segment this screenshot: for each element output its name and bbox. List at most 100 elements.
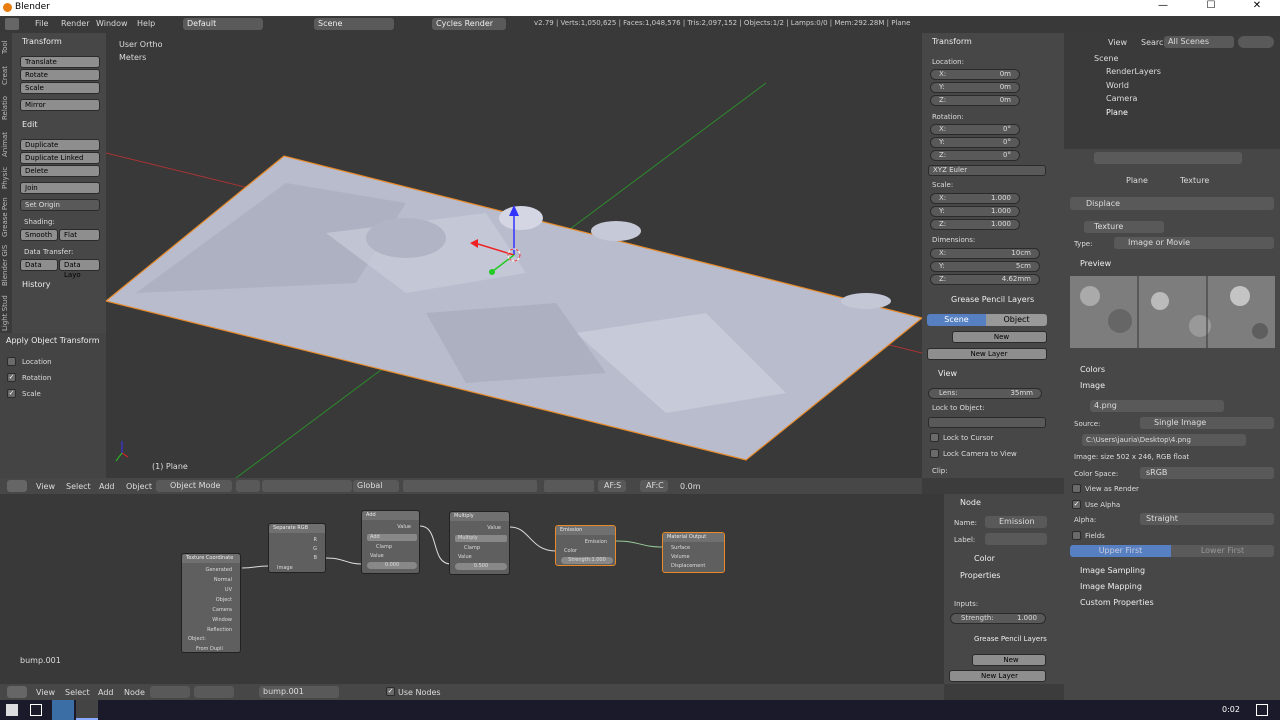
menu-help[interactable]: Help (137, 19, 155, 28)
image-header[interactable]: Image (1080, 381, 1105, 390)
set-origin-dropdown[interactable]: Set Origin (20, 199, 100, 211)
color-header[interactable]: Color (974, 554, 995, 563)
lens-field[interactable]: Lens: 35mm (928, 388, 1042, 399)
node-gp-header[interactable]: Grease Pencil Layers (974, 635, 1047, 643)
tab-grease-pencil[interactable]: Grease Pen (1, 197, 11, 237)
apply-transform-header[interactable]: Apply Object Transform (6, 336, 100, 345)
af-c-button[interactable]: AF:C (640, 480, 668, 492)
tab-relations[interactable]: Relatio (1, 93, 11, 123)
location-z-field[interactable]: Z: 0m (930, 95, 1020, 106)
scale-y-field[interactable]: Y: 1.000 (930, 206, 1020, 217)
smooth-button[interactable]: Smooth (20, 229, 58, 241)
orientation-dropdown[interactable]: Global (353, 480, 399, 492)
preview-header[interactable]: Preview (1080, 259, 1111, 268)
node-add-menu[interactable]: Add (98, 688, 114, 697)
node-header[interactable]: Node (960, 498, 981, 507)
lock-camera-checkbox[interactable] (930, 449, 939, 458)
blender-app-icon[interactable] (76, 700, 98, 720)
mode-dropdown[interactable]: Object Mode (156, 480, 232, 492)
node-tree-type-buttons[interactable] (150, 686, 190, 698)
task-view-icon[interactable] (30, 704, 42, 716)
data-button[interactable]: Data (20, 259, 58, 271)
layer-buttons[interactable] (403, 480, 537, 492)
node-editor[interactable]: Texture Coordinate Generated Normal UV O… (0, 494, 944, 684)
node-name-field[interactable]: Emission (985, 516, 1047, 528)
tab-physics[interactable]: Physic (1, 163, 11, 193)
value-field[interactable]: 0.500 (455, 563, 507, 570)
3d-viewport[interactable]: User Ortho Meters (1) Plane (106, 33, 922, 478)
panel-history-header[interactable]: History (22, 280, 50, 289)
tab-tool[interactable]: Tool (1, 37, 11, 57)
source-dropdown[interactable]: Single Image (1140, 417, 1274, 429)
node-texture-coordinate[interactable]: Texture Coordinate Generated Normal UV O… (181, 553, 241, 653)
menu-window[interactable]: Window (96, 19, 128, 28)
view-header[interactable]: View (938, 369, 957, 378)
node-gp-new-layer-button[interactable]: New Layer (949, 670, 1046, 682)
telegram-app-icon[interactable] (52, 700, 74, 720)
rotate-button[interactable]: Rotate (20, 69, 100, 81)
use-alpha-checkbox[interactable]: ✓ (1072, 500, 1081, 509)
value-field[interactable]: 0.000 (367, 562, 417, 569)
close-button[interactable]: ✕ (1234, 0, 1280, 16)
view-as-render-checkbox[interactable] (1072, 484, 1081, 493)
lock-cursor-checkbox[interactable] (930, 433, 939, 442)
outliner-item-renderlayers[interactable]: RenderLayers (1106, 67, 1161, 76)
notifications-icon[interactable] (1256, 704, 1268, 716)
tab-light-studio[interactable]: Light Stud (1, 293, 11, 333)
outliner-view-menu[interactable]: View (1108, 38, 1127, 47)
shader-type-buttons[interactable] (194, 686, 234, 698)
scale-z-field[interactable]: Z: 1.000 (930, 219, 1020, 230)
lock-object-field[interactable] (928, 417, 1046, 428)
gp-object-tab[interactable]: Object (986, 314, 1047, 326)
dimension-z-field[interactable]: Z: 4.62mm (930, 274, 1040, 285)
gp-new-button[interactable]: New (952, 331, 1047, 343)
delete-button[interactable]: Delete (20, 165, 100, 177)
scale-button[interactable]: Scale (20, 82, 100, 94)
breadcrumb-texture[interactable]: Texture (1180, 176, 1209, 185)
strength-field[interactable]: Strength:1.000 (950, 613, 1046, 624)
transform-header[interactable]: Transform (932, 37, 972, 46)
upper-first-button[interactable]: Upper First (1070, 545, 1171, 557)
node-select-menu[interactable]: Select (65, 688, 90, 697)
scale-checkbox[interactable]: ✓ (7, 389, 16, 398)
image-name-field[interactable]: 4.png (1090, 400, 1224, 412)
node-label-field[interactable] (985, 533, 1047, 545)
texture-slot-displace[interactable]: Displace (1070, 197, 1274, 210)
object-menu[interactable]: Object (126, 482, 152, 491)
custom-properties-header[interactable]: Custom Properties (1080, 598, 1154, 607)
location-x-field[interactable]: X: 0m (930, 69, 1020, 80)
operation-dropdown[interactable]: Add (367, 534, 417, 541)
af-s-button[interactable]: AF:S (598, 480, 626, 492)
data-layout-button[interactable]: Data Layo (59, 259, 100, 279)
flat-button[interactable]: Flat (59, 229, 100, 241)
editor-type-icon[interactable] (7, 686, 27, 698)
node-gp-new-button[interactable]: New (972, 654, 1046, 666)
add-menu[interactable]: Add (99, 482, 115, 491)
fields-checkbox[interactable] (1072, 531, 1081, 540)
rotation-y-field[interactable]: Y: 0° (930, 137, 1020, 148)
node-separate-rgb[interactable]: Separate RGB R G B Image (268, 523, 326, 573)
select-menu[interactable]: Select (66, 482, 91, 491)
material-selector[interactable]: bump.001 (259, 686, 339, 698)
minimize-button[interactable]: — (1140, 0, 1186, 16)
outliner-item-world[interactable]: World (1106, 81, 1129, 90)
rotation-z-field[interactable]: Z: 0° (930, 150, 1020, 161)
snap-buttons[interactable] (544, 480, 594, 492)
texture-name-field[interactable]: Texture (1084, 221, 1164, 233)
duplicate-linked-button[interactable]: Duplicate Linked (20, 152, 100, 164)
texture-type-dropdown[interactable]: Image or Movie (1114, 237, 1274, 249)
image-sampling-header[interactable]: Image Sampling (1080, 566, 1145, 575)
breadcrumb-plane[interactable]: Plane (1126, 176, 1148, 185)
outliner-item-camera[interactable]: Camera (1106, 94, 1137, 103)
properties-header[interactable]: Properties (960, 571, 1000, 580)
menu-file[interactable]: File (35, 19, 48, 28)
context-tabs[interactable] (1094, 152, 1242, 164)
editor-type-icon[interactable] (7, 480, 27, 492)
tab-create[interactable]: Creat (1, 63, 11, 88)
operation-dropdown[interactable]: Multiply (455, 535, 507, 542)
panel-edit-header[interactable]: Edit (22, 120, 38, 129)
editor-type-icon[interactable] (5, 18, 19, 30)
tab-blender-gis[interactable]: Blender GIS (1, 241, 11, 289)
panel-transform-header[interactable]: Transform (22, 37, 62, 46)
colors-header[interactable]: Colors (1080, 365, 1105, 374)
